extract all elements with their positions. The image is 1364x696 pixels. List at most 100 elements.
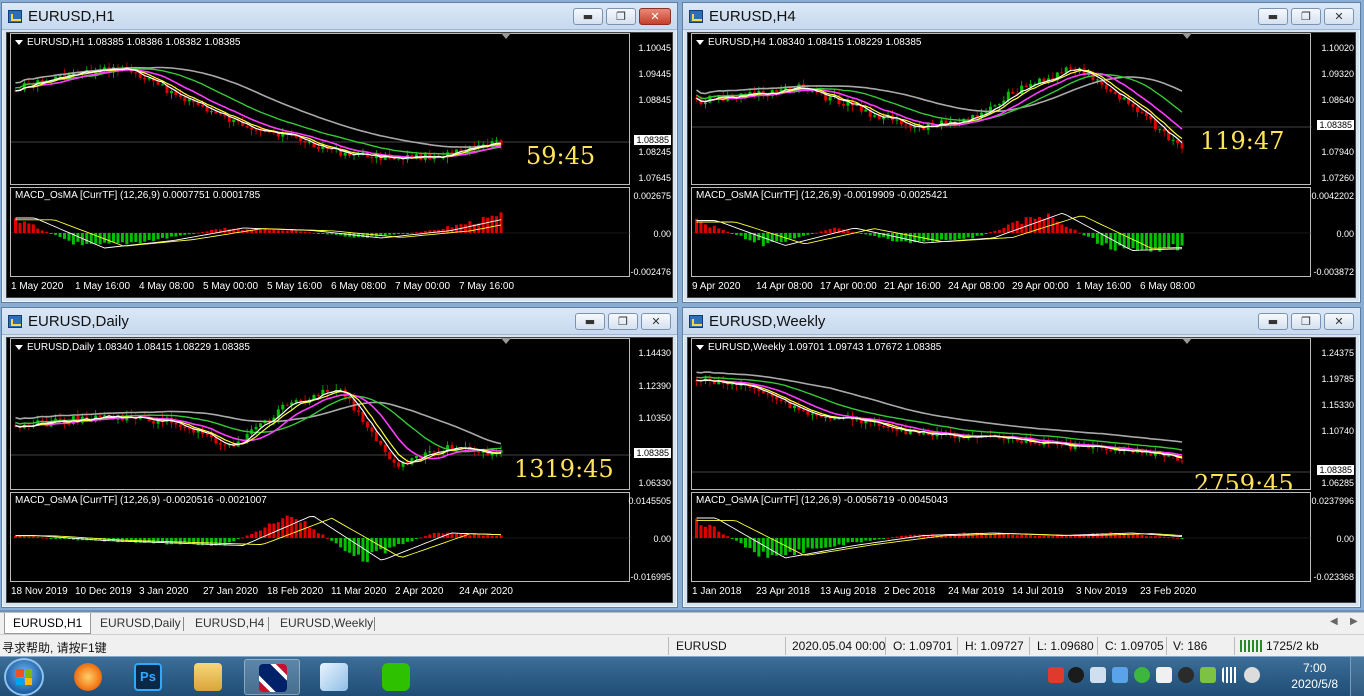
macd-bar [321,233,325,234]
macd-bar [882,538,886,539]
tab-eurusd-weekly[interactable]: EURUSD,Weekly [272,613,381,634]
scroll-left-icon[interactable]: ◀ [1330,616,1338,627]
price-pane[interactable]: EURUSD,H1 1.08385 1.08386 1.08382 1.0838… [10,33,631,185]
dropdown-triangle-icon[interactable] [15,344,23,350]
dropdown-triangle-icon[interactable] [696,39,704,45]
time-tick-label: 23 Feb 2020 [1140,586,1197,597]
taskbar-browser[interactable] [60,659,116,695]
tab-eurusd-h4[interactable]: EURUSD,H4 [187,613,272,634]
macd-tick-label: -0.016995 [630,572,671,582]
macd-bar [1167,233,1171,249]
window-titlebar[interactable]: EURUSD,Weekly ▬ ❐ ✕ [683,308,1360,335]
show-desktop-button[interactable] [1350,657,1364,696]
window-titlebar[interactable]: EURUSD,H1 ▬ ❐ ✕ [2,3,677,30]
scroll-right-icon[interactable]: ▶ [1350,616,1358,627]
chart-window-h4[interactable]: EURUSD,H4 ▬ ❐ ✕ EURUSD,H4 1.08340 1.0841… [682,2,1361,303]
minimize-button[interactable]: ▬ [1258,8,1288,25]
restore-button[interactable]: ❐ [606,8,636,25]
minimize-button[interactable]: ▬ [1258,313,1288,330]
network-icon[interactable] [1222,667,1238,683]
price-pane[interactable]: EURUSD,Weekly 1.09701 1.09743 1.07672 1.… [691,338,1311,490]
chart-shift-marker-icon[interactable] [501,33,511,39]
taskbar-trading-terminal[interactable] [244,659,300,695]
candle [824,416,828,418]
minimize-button[interactable]: ▬ [573,8,603,25]
window-titlebar[interactable]: EURUSD,H4 ▬ ❐ ✕ [683,3,1360,30]
candle [316,147,320,149]
macd-bar [708,227,712,233]
restore-button[interactable]: ❐ [1291,313,1321,330]
macd-bar [303,231,307,233]
chart-window-h1[interactable]: EURUSD,H1 ▬ ❐ ✕ EURUSD,H1 1.08385 1.0838… [1,2,678,303]
tray-network-shield-icon[interactable] [1200,667,1216,683]
chart-window-daily[interactable]: EURUSD,Daily ▬ ❐ ✕ EURUSD,Daily 1.08340 … [1,307,678,608]
macd-bar [726,536,730,538]
macd-bar [58,538,62,539]
dropdown-triangle-icon[interactable] [696,344,704,350]
close-button[interactable]: ✕ [1324,313,1354,330]
macd-bar [22,536,26,538]
restore-button[interactable]: ❐ [608,313,638,330]
macd-pane[interactable]: MACD_OsMA [CurrTF] (12,26,9) -0.0019909 … [691,187,1312,277]
system-clock[interactable]: 7:00 2020/5/8 [1291,660,1338,692]
tray-app-icon[interactable] [1068,667,1084,683]
macd-bar [1029,534,1033,538]
tray-settings-icon[interactable] [1090,667,1106,683]
moving-average-line [15,401,502,445]
moving-average-line [15,67,502,160]
tray-wechat-icon[interactable] [1134,667,1150,683]
candle [428,451,432,453]
macd-bar [419,537,423,539]
minimize-button[interactable]: ▬ [575,313,605,330]
chart-shift-marker-icon[interactable] [501,338,511,344]
window-titlebar[interactable]: EURUSD,Daily ▬ ❐ ✕ [2,308,677,335]
dropdown-triangle-icon[interactable] [15,39,23,45]
candle [178,95,182,98]
tab-eurusd-daily[interactable]: EURUSD,Daily [92,613,189,634]
volume-icon[interactable] [1244,667,1260,683]
macd-bar [1042,218,1046,233]
chart-area[interactable]: EURUSD,Weekly 1.09701 1.09743 1.07672 1.… [687,337,1356,603]
price-pane[interactable]: EURUSD,H4 1.08340 1.08415 1.08229 1.0838… [691,33,1312,185]
ohlc-info: EURUSD,Daily 1.08340 1.08415 1.08229 1.0… [27,342,250,353]
close-button[interactable]: ✕ [1324,8,1354,25]
chart-shift-marker-icon[interactable] [1182,339,1192,344]
taskbar-notepad[interactable] [306,659,362,695]
taskbar-wechat[interactable] [368,659,424,695]
chart-area[interactable]: EURUSD,H1 1.08385 1.08386 1.08382 1.0838… [6,32,673,298]
candle [1109,89,1113,92]
macd-tick-label: 0.0237996 [1311,496,1354,506]
taskbar-photoshop[interactable]: Ps [120,659,176,695]
chart-window-weekly[interactable]: EURUSD,Weekly ▬ ❐ ✕ EURUSD,Weekly 1.0970… [682,307,1361,608]
macd-pane[interactable]: MACD_OsMA [CurrTF] (12,26,9) -0.0020516 … [10,492,631,582]
macd-bar [708,524,712,538]
chart-area[interactable]: EURUSD,Daily 1.08340 1.08415 1.08229 1.0… [6,337,673,603]
tab-eurusd-h1[interactable]: EURUSD,H1 [4,613,92,634]
macd-bar [944,233,948,241]
macd-bar [316,533,320,538]
input-method-icon[interactable] [1048,667,1064,683]
time-tick-label: 9 Apr 2020 [692,281,741,292]
macd-pane[interactable]: MACD_OsMA [CurrTF] (12,26,9) -0.0056719 … [691,492,1312,582]
restore-button[interactable]: ❐ [1291,8,1321,25]
mdi-workspace: EURUSD,H1 ▬ ❐ ✕ EURUSD,H1 1.08385 1.0838… [0,0,1364,610]
price-pane[interactable]: EURUSD,Daily 1.08340 1.08415 1.08229 1.0… [10,338,631,490]
terminal-flag-icon [259,664,287,692]
tray-security-icon[interactable] [1156,667,1172,683]
macd-bar [281,230,285,233]
chart-shift-marker-icon[interactable] [1182,33,1192,39]
candle [40,80,44,82]
candle [388,452,392,460]
tray-qq-icon[interactable] [1178,667,1194,683]
start-button[interactable] [4,658,44,696]
close-button[interactable]: ✕ [641,313,671,330]
macd-pane[interactable]: MACD_OsMA [CurrTF] (12,26,9) 0.0007751 0… [10,187,631,277]
macd-bar [67,233,71,241]
tray-cloud-icon[interactable] [1112,667,1128,683]
close-button[interactable]: ✕ [639,8,671,25]
chart-area[interactable]: EURUSD,H4 1.08340 1.08415 1.08229 1.0838… [687,32,1356,298]
taskbar-explorer[interactable] [180,659,236,695]
candle [143,77,147,80]
macd-info: MACD_OsMA [CurrTF] (12,26,9) -0.0020516 … [15,495,267,506]
macd-info: MACD_OsMA [CurrTF] (12,26,9) 0.0007751 0… [15,190,261,201]
